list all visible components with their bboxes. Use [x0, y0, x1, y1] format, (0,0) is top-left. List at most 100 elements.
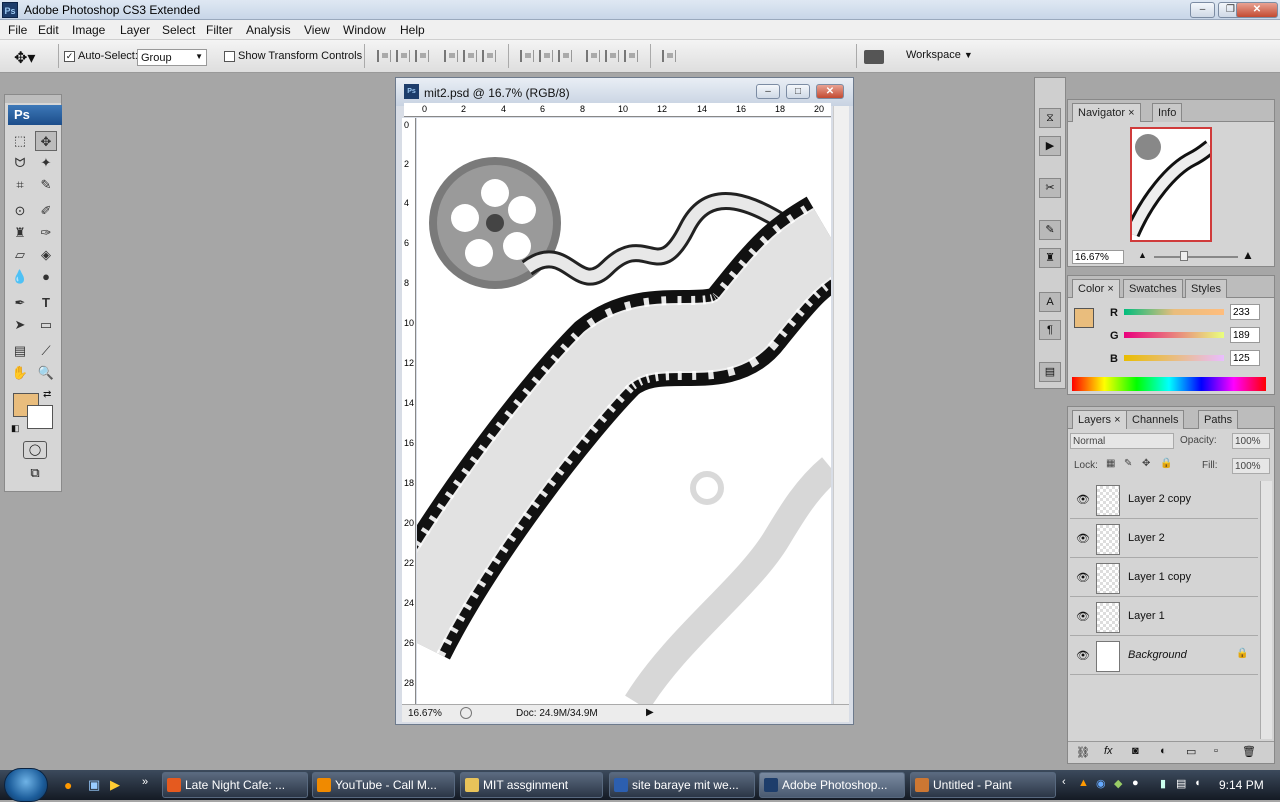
workspace-button[interactable]: Workspace ▼ — [906, 49, 973, 61]
auto-align-icon[interactable] — [662, 50, 676, 62]
tab-color[interactable]: Color × — [1072, 279, 1120, 298]
status-arrow-icon[interactable]: ▶ — [646, 707, 654, 718]
align-left-icon[interactable] — [444, 50, 458, 62]
opacity-input[interactable]: 100% — [1232, 433, 1270, 449]
taskbar-item[interactable]: MIT assginment — [460, 772, 603, 798]
blend-mode-dropdown[interactable]: Normal — [1070, 433, 1174, 449]
screen-mode-icon[interactable]: ⧉ — [23, 465, 47, 483]
minimize-button[interactable]: ‒ — [1190, 2, 1215, 18]
toolbox-grip[interactable] — [5, 95, 61, 103]
tab-swatches[interactable]: Swatches — [1123, 279, 1183, 298]
adjustment-layer-icon[interactable]: ◐ — [1160, 745, 1167, 757]
clone-stamp-icon[interactable]: ♜ — [9, 223, 31, 243]
eye-icon[interactable]: 👁 — [1076, 532, 1090, 545]
status-menu-icon[interactable] — [460, 707, 472, 719]
navigator-zoom-slider[interactable] — [1154, 256, 1238, 258]
lock-transparency-icon[interactable]: ▦ — [1106, 458, 1115, 469]
lasso-tool-icon[interactable]: ᗢ — [9, 153, 31, 173]
security-tray-icon[interactable]: ◆ — [1114, 777, 1122, 790]
system-clock[interactable]: 9:14 PM — [1219, 778, 1264, 792]
g-input[interactable] — [1230, 327, 1260, 343]
delete-layer-icon[interactable]: 🗑 — [1242, 745, 1256, 758]
navigator-zoom-input[interactable] — [1072, 250, 1124, 264]
firefox-quicklaunch-icon[interactable]: ● — [64, 777, 72, 793]
history-panel-icon[interactable]: ⧖ — [1039, 108, 1061, 128]
show-desktop-icon[interactable]: ▣ — [88, 777, 100, 793]
layers-scrollbar[interactable] — [1260, 481, 1272, 739]
bridge-icon[interactable] — [864, 50, 884, 64]
tab-channels[interactable]: Channels — [1126, 410, 1185, 429]
r-slider[interactable] — [1124, 309, 1224, 315]
history-brush-icon[interactable]: ✑ — [35, 223, 57, 243]
eye-icon[interactable]: 👁 — [1076, 610, 1090, 623]
brushes-panel-icon[interactable]: ✎ — [1039, 220, 1061, 240]
lock-pixels-icon[interactable]: ✎ — [1124, 458, 1132, 469]
background-color-swatch[interactable] — [27, 405, 53, 429]
tab-info[interactable]: Info — [1152, 103, 1183, 122]
b-input[interactable] — [1230, 350, 1260, 366]
layer-mask-icon[interactable]: ◙ — [1132, 745, 1139, 757]
taskbar-item[interactable]: Late Night Cafe: ... — [162, 772, 308, 798]
hand-tool-icon[interactable]: ✋ — [9, 363, 31, 383]
brush-tool-icon[interactable]: ✐ — [35, 201, 57, 221]
layer-row[interactable]: 👁 Layer 2 copy — [1070, 481, 1258, 519]
menu-help[interactable]: Help — [400, 23, 425, 37]
transform-controls-checkbox[interactable] — [224, 51, 235, 62]
taskbar-item[interactable]: Untitled - Paint — [910, 772, 1056, 798]
move-tool-icon[interactable]: ✥▾ — [14, 48, 35, 68]
marquee-tool-icon[interactable]: ⬚ — [9, 131, 31, 151]
eye-icon[interactable]: 👁 — [1076, 571, 1090, 584]
notes-tool-icon[interactable]: ▤ — [9, 341, 31, 361]
blur-tool-icon[interactable]: 💧 — [9, 267, 31, 287]
crop-tool-icon[interactable]: ⌗ — [9, 175, 31, 195]
vlc-tray-icon[interactable]: ▲ — [1078, 777, 1089, 789]
notes-panel-icon[interactable]: ▤ — [1039, 362, 1061, 382]
layer-style-icon[interactable]: fx — [1104, 745, 1113, 757]
close-button[interactable]: ✕ — [1236, 2, 1278, 18]
network-status-icon[interactable]: ▤ — [1176, 777, 1186, 790]
document-canvas[interactable] — [417, 118, 831, 704]
navigator-preview[interactable] — [1124, 127, 1215, 242]
color-spectrum-bar[interactable] — [1072, 377, 1266, 391]
media-player-icon[interactable]: ▶ — [110, 777, 120, 793]
layer-row[interactable]: 👁 Layer 2 — [1070, 520, 1258, 558]
distribute-hcenter-icon[interactable] — [605, 50, 619, 62]
default-colors-icon[interactable]: ◧ — [11, 423, 20, 434]
menu-layer[interactable]: Layer — [120, 23, 150, 37]
doc-close-button[interactable]: ✕ — [816, 84, 844, 99]
paragraph-panel-icon[interactable]: ¶ — [1039, 320, 1061, 340]
distribute-top-icon[interactable] — [520, 50, 534, 62]
slice-tool-icon[interactable]: ✎ — [35, 175, 57, 195]
eraser-tool-icon[interactable]: ▱ — [9, 245, 31, 265]
layer-row[interactable]: 👁 Layer 1 — [1070, 598, 1258, 636]
align-top-icon[interactable] — [377, 50, 391, 62]
doc-maximize-button[interactable]: □ — [786, 84, 810, 99]
quick-mask-icon[interactable]: ◯ — [23, 441, 47, 459]
document-vertical-scrollbar[interactable] — [833, 106, 849, 704]
distribute-bottom-icon[interactable] — [558, 50, 572, 62]
type-tool-icon[interactable]: T — [35, 293, 57, 313]
b-slider[interactable] — [1124, 355, 1224, 361]
r-input[interactable] — [1230, 304, 1260, 320]
horizontal-ruler[interactable]: 0 2 4 6 8 10 12 14 16 18 20 — [404, 103, 831, 117]
align-right-icon[interactable] — [482, 50, 496, 62]
pen-tool-icon[interactable]: ✒ — [9, 293, 31, 313]
menu-edit[interactable]: Edit — [38, 23, 59, 37]
start-button[interactable] — [4, 768, 48, 802]
messenger-tray-icon[interactable]: ● — [1132, 777, 1139, 789]
layer-row[interactable]: 👁 Layer 1 copy — [1070, 559, 1258, 597]
zoom-tool-icon[interactable]: 🔍 — [35, 363, 57, 383]
lock-all-icon[interactable]: 🔒 — [1160, 458, 1172, 469]
tab-styles[interactable]: Styles — [1185, 279, 1227, 298]
layer-row[interactable]: 👁 Background 🔒 — [1070, 637, 1258, 675]
menu-window[interactable]: Window — [343, 23, 386, 37]
distribute-vcenter-icon[interactable] — [539, 50, 553, 62]
doc-minimize-button[interactable]: ‒ — [756, 84, 780, 99]
auto-select-checkbox[interactable]: ✓ — [64, 51, 75, 62]
magic-wand-icon[interactable]: ✦ — [35, 153, 57, 173]
tool-presets-icon[interactable]: ✂ — [1039, 178, 1061, 198]
swap-colors-icon[interactable]: ⇄ — [43, 389, 51, 400]
navigator-slider-thumb[interactable] — [1180, 251, 1188, 261]
menu-filter[interactable]: Filter — [206, 23, 233, 37]
foreground-swatch[interactable] — [1074, 308, 1094, 328]
